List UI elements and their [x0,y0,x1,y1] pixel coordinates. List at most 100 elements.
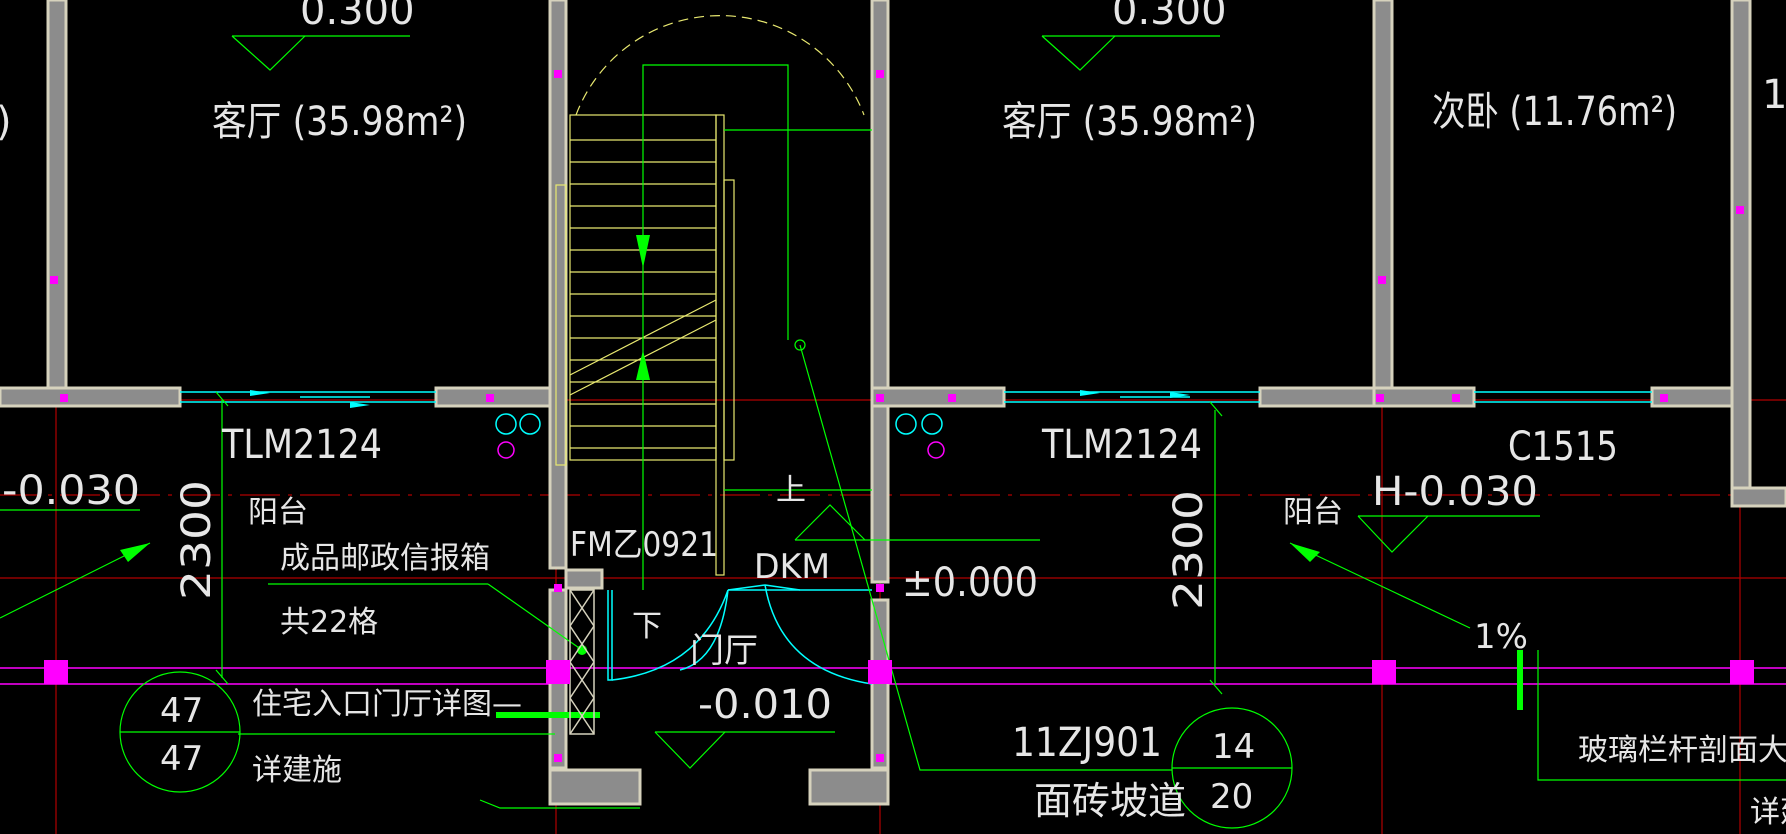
hall-label: 门厅 [690,631,758,671]
door-fm: FM乙0921 [570,525,718,565]
stair-arrow-down [636,235,650,268]
balcony-left: 阳台 [248,495,308,530]
column-2 [546,660,570,684]
wall-core-bottom-right [808,768,890,806]
floor-plan-drawing: 0.300 0.300 客厅 (35.98m²) 客厅 (35.98m²) 次卧… [0,0,1786,834]
column-mark-9 [1378,276,1386,284]
column-5 [1730,660,1754,684]
balcony-right: 阳台 [1283,495,1343,530]
corner-cut-label: 12 [1762,72,1786,118]
door-tlm-right: TLM2124 [1041,422,1202,468]
tile-ramp-label: 面砖坡道 [1034,779,1186,823]
railing-mark [1517,650,1523,710]
slope-label: 1% [1474,617,1528,657]
pipe-right-2 [921,413,943,435]
stair [555,14,865,576]
window-arrow-2 [350,402,370,408]
drain-right [927,441,945,459]
level-mark-top-left-tri [231,35,306,71]
column-mark-4 [948,394,956,402]
door-fm-frame [607,590,613,681]
level-entry: ±0.000 [902,560,1038,606]
level-mark-balcony-right-tri [1357,515,1429,553]
column-mark-1 [60,394,68,402]
stair-up-label: 上 [776,473,806,508]
dimension-right: 2300 [1166,490,1212,610]
paren-cut-label: ) [0,99,12,145]
dim-right-tick1 [1209,401,1223,417]
level-hall: -0.010 [698,682,832,728]
pipe-left-1 [495,413,517,435]
column-mark-14 [876,584,884,592]
level-top-left: 0.300 [300,0,415,34]
ramp-ref-code: 11ZJ901 [1012,720,1162,766]
see-construction-label: 详建施 [252,753,342,788]
door-dkm: DKM [754,547,830,587]
annotation-arrows [120,235,1523,718]
wall-left-room-bottom-a [0,386,182,408]
column-mark-13 [554,584,562,592]
wall-left-room-bottom-b [434,386,558,408]
wall-right-room-bottom-a [870,386,1006,408]
room-living-right: 客厅 (35.98m²) [1002,99,1257,145]
detail-entrance-bottom: 47 [160,739,203,779]
dimension-left: 2300 [174,480,220,600]
slope-arrowhead-left [120,543,150,562]
wall-core-left [548,0,568,570]
column-3 [868,660,892,684]
window-arrow-3 [1080,390,1100,396]
window-c1515: C1515 [1508,424,1618,470]
dim-right-tick2 [1209,679,1223,695]
level-mark-hall-tri [654,731,726,769]
column-mark-6 [1452,394,1460,402]
level-balcony-right: H-0.030 [1372,469,1538,515]
wall-bedroom-right [1730,0,1752,507]
column-mark-11 [554,70,562,78]
detail-ramp-bottom: 20 [1210,777,1253,817]
room-secondary-bedroom: 次卧 (11.76m²) [1432,89,1677,135]
drain-left [497,441,515,459]
mailbox-label: 成品邮政信报箱 [280,541,490,576]
wall-core-right [870,0,890,584]
wall-core-bottom-left [548,768,642,806]
column-mark-10 [1736,206,1744,214]
slope-arrowhead-right [1290,543,1320,562]
detail-cut-label: 详建 [1750,795,1786,830]
door-tlm-left: TLM2124 [221,422,382,468]
column-mark-15 [554,754,562,762]
column-mark-16 [876,754,884,762]
leader-mailbox-2 [487,583,583,651]
room-living-left: 客厅 (35.98m²) [212,99,467,145]
column-4 [1372,660,1396,684]
wall-bedroom-right-return [1730,486,1786,508]
column-mark-8 [50,276,58,284]
stair-well [715,114,725,576]
wall-left-room-left [46,0,68,397]
level-mark-top-right-tri [1041,35,1116,71]
leader-ramp [799,344,1172,771]
column-mark-7 [1660,394,1668,402]
level-top-right: 0.300 [1112,0,1227,34]
wall-bedroom-left [1372,0,1394,402]
detail-ramp-top: 14 [1212,727,1255,767]
window-arrow-1 [250,390,270,396]
column-1 [44,660,68,684]
column-mark-3 [876,394,884,402]
door-dkm-swing-right [764,584,873,685]
detail-entrance-top: 47 [160,691,203,731]
stair-down-label: 下 [632,609,662,644]
slope-arrow-right [1289,542,1471,629]
level-mark-entry-tri [794,504,866,541]
openings [180,391,1652,685]
pipe-right-1 [895,413,917,435]
stair-handrail-right [723,179,735,461]
wall-mailbox-cap [564,568,604,590]
column-mark-2 [486,394,494,402]
glass-railing-label: 玻璃栏杆剖面大样 [1578,733,1786,768]
entrance-detail-label: 住宅入口门厅详图— [252,687,522,722]
wall-right-room-bottom-b [1258,386,1392,408]
mailbox-count: 共22格 [280,605,378,640]
column-mark-5 [1376,394,1384,402]
cad-drawing-canvas[interactable]: 0.300 0.300 客厅 (35.98m²) 客厅 (35.98m²) 次卧… [0,0,1786,834]
column-mark-12 [876,70,884,78]
